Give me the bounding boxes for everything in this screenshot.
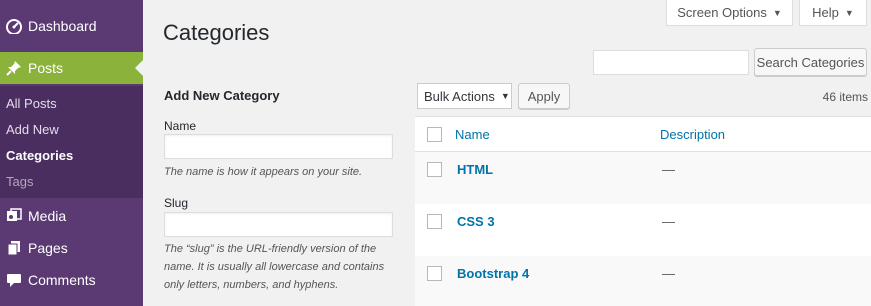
menu-dashboard-label: Dashboard [28, 18, 97, 34]
row-checkbox[interactable] [427, 266, 442, 281]
pushpin-icon [6, 60, 22, 76]
menu-pages[interactable]: Pages [0, 232, 143, 264]
menu-posts-label: Posts [28, 60, 64, 76]
submenu-tags[interactable]: Tags [6, 174, 33, 189]
menu-media-label: Media [28, 208, 67, 224]
table-row: CSS 3 — [415, 204, 871, 256]
table-header: Name Description [415, 117, 871, 152]
category-name-link[interactable]: CSS 3 [457, 214, 495, 229]
column-name-header[interactable]: Name [455, 127, 490, 142]
categories-table: Name Description HTML — CSS 3 — Bootstra… [415, 116, 871, 306]
add-new-category-heading: Add New Category [164, 88, 280, 103]
name-field[interactable] [164, 134, 393, 159]
menu-dashboard[interactable]: Dashboard [0, 10, 143, 42]
items-count: 46 items [822, 90, 868, 104]
category-description: — [662, 162, 675, 177]
category-name-link[interactable]: HTML [457, 162, 493, 177]
column-description-header[interactable]: Description [660, 127, 725, 142]
slug-description: The “slug” is the URL-friendly version o… [164, 243, 385, 291]
help-button[interactable]: Help ▼ [799, 0, 867, 26]
bulk-actions-value: Bulk Actions [424, 88, 495, 104]
table-row: Bootstrap 4 — [415, 256, 871, 306]
menu-comments-label: Comments [28, 272, 96, 288]
category-description: — [662, 266, 675, 281]
submenu-add-new[interactable]: Add New [6, 122, 59, 137]
table-row: HTML — [415, 152, 871, 204]
help-label: Help [812, 5, 839, 20]
apply-button[interactable]: Apply [518, 83, 570, 109]
page-title: Categories [163, 20, 270, 45]
search-categories-button[interactable]: Search Categories [754, 48, 867, 76]
search-input[interactable] [593, 50, 749, 75]
caret-down-icon: ▼ [500, 91, 510, 101]
screen-options-button[interactable]: Screen Options ▼ [666, 0, 793, 26]
admin-sidebar: Dashboard Posts All Posts Add New Catego… [0, 0, 143, 306]
comment-icon [6, 272, 22, 288]
caret-down-icon: ▼ [844, 7, 854, 18]
pages-icon [6, 240, 22, 256]
posts-submenu: All Posts Add New Categories Tags [0, 86, 143, 198]
select-all-checkbox[interactable] [427, 127, 442, 142]
category-description: — [662, 214, 675, 229]
row-checkbox[interactable] [427, 214, 442, 229]
name-description: The name is how it appears on your site. [164, 166, 363, 178]
name-label: Name [164, 119, 197, 133]
slug-field[interactable] [164, 212, 393, 237]
caret-down-icon: ▼ [772, 7, 782, 18]
row-checkbox[interactable] [427, 162, 442, 177]
submenu-categories[interactable]: Categories [6, 148, 73, 163]
media-icon [6, 208, 22, 224]
menu-media[interactable]: Media [0, 200, 143, 232]
bulk-actions-select[interactable]: Bulk Actions ▼ [417, 83, 512, 109]
screen-options-label: Screen Options [677, 5, 767, 20]
category-name-link[interactable]: Bootstrap 4 [457, 266, 529, 281]
slug-label: Slug [164, 196, 189, 210]
menu-comments[interactable]: Comments [0, 264, 143, 296]
submenu-all-posts[interactable]: All Posts [6, 96, 57, 111]
menu-pages-label: Pages [28, 240, 68, 256]
menu-posts[interactable]: Posts [0, 52, 143, 84]
dashboard-icon [6, 18, 22, 35]
